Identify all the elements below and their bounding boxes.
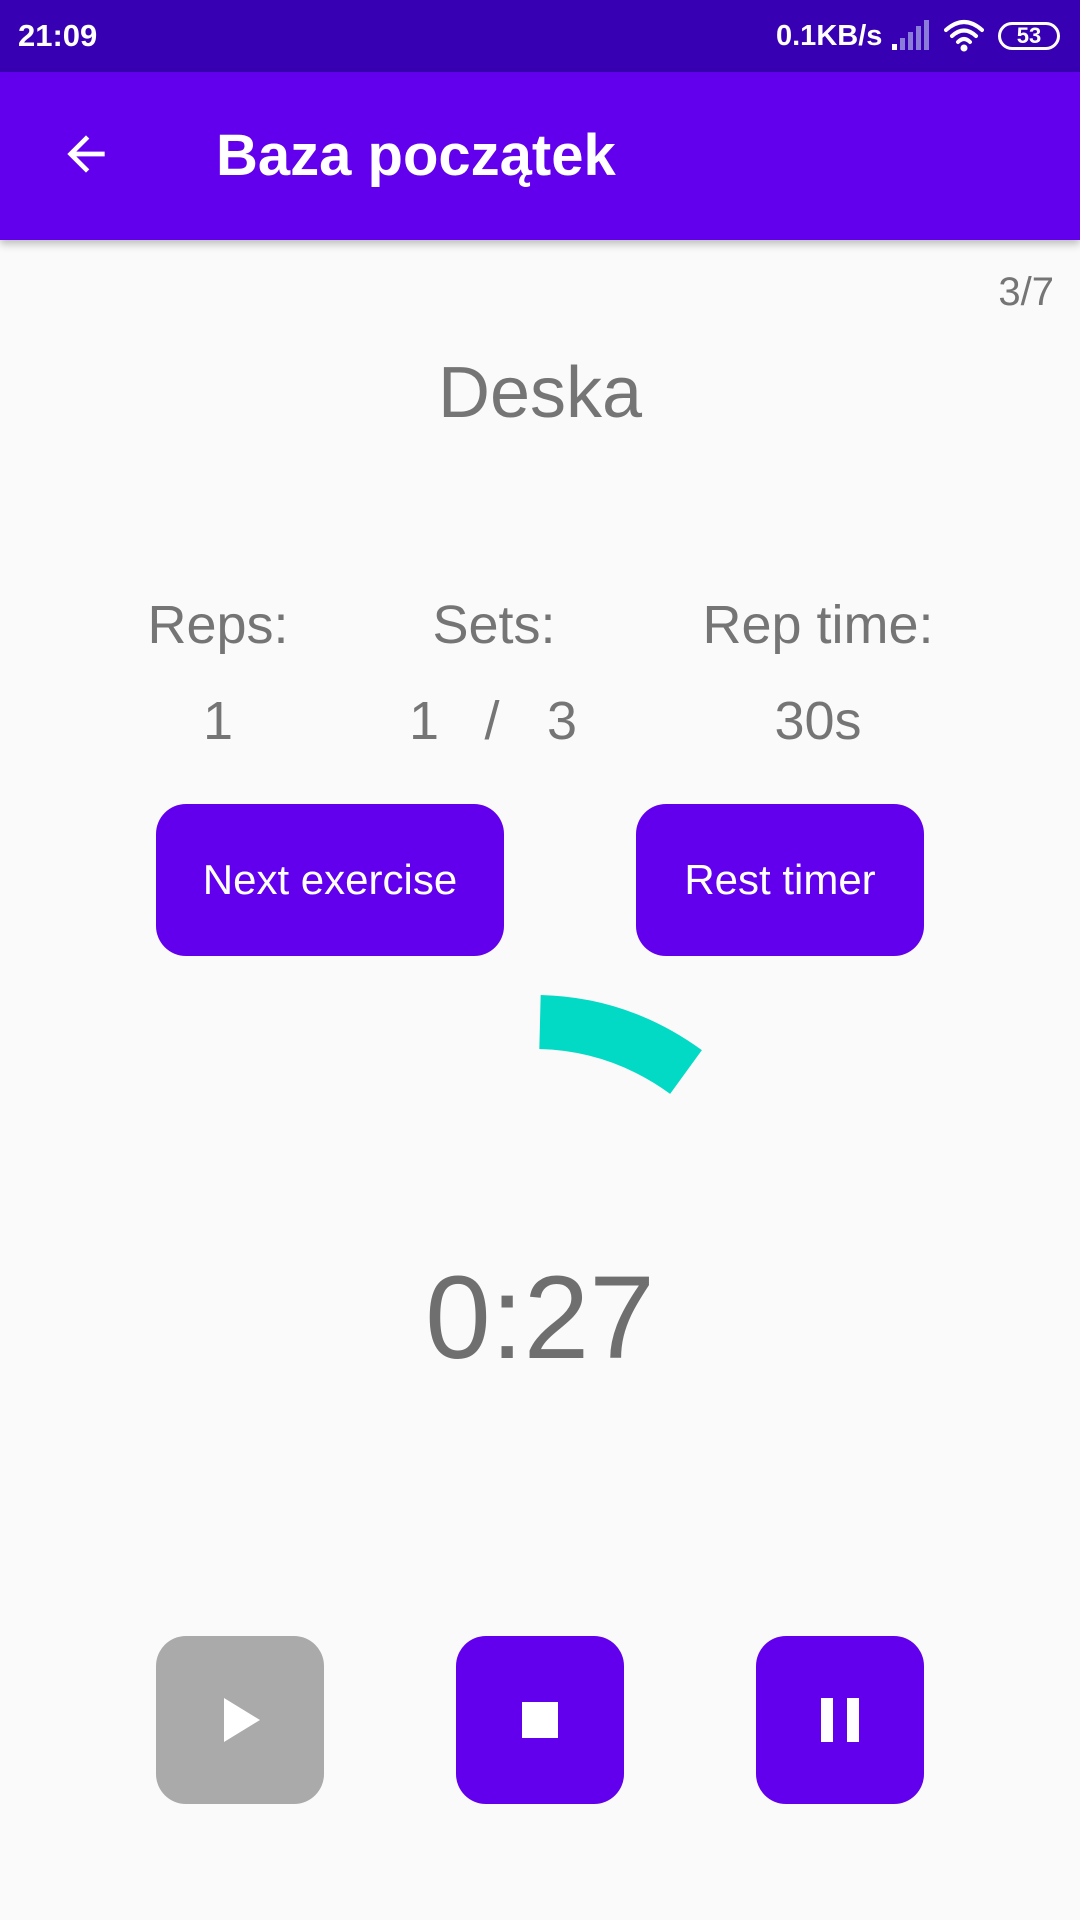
stop-icon — [522, 1702, 558, 1738]
app-bar: Baza początek — [0, 72, 1080, 240]
timer-display: 0:27 — [425, 1252, 655, 1384]
page-title: Baza początek — [216, 123, 616, 188]
pause-icon — [821, 1698, 859, 1742]
timer-progress-arc — [538, 995, 702, 1095]
status-time: 21:09 — [18, 18, 98, 53]
exercise-progress: 3/7 — [998, 270, 1054, 314]
rest-timer-button[interactable]: Rest timer — [636, 804, 924, 956]
sets-label: Sets: — [432, 595, 556, 655]
exercise-name: Deska — [437, 353, 643, 433]
sets-total: 3 — [546, 691, 578, 751]
battery-icon: 53 — [998, 22, 1060, 50]
rep-time-value: 30s — [774, 691, 862, 751]
play-icon — [224, 1698, 260, 1742]
battery-level: 53 — [1016, 23, 1042, 48]
network-speed: 0.1KB/s — [776, 20, 883, 52]
arrow-back-icon — [67, 135, 105, 173]
back-button[interactable] — [44, 112, 128, 196]
next-exercise-button[interactable]: Next exercise — [156, 804, 504, 956]
reps-label: Reps: — [147, 595, 289, 655]
reps-value: 1 — [202, 691, 234, 751]
signal-icon — [892, 20, 929, 50]
stop-button[interactable] — [456, 1636, 624, 1804]
play-button — [156, 1636, 324, 1804]
wifi-icon — [944, 20, 984, 52]
pause-button[interactable] — [756, 1636, 924, 1804]
sets-separator: / — [484, 691, 500, 751]
rep-time-label: Rep time: — [702, 595, 934, 655]
sets-current: 1 — [408, 691, 440, 751]
status-bar: 21:09 0.1KB/s 53 — [0, 0, 1080, 72]
